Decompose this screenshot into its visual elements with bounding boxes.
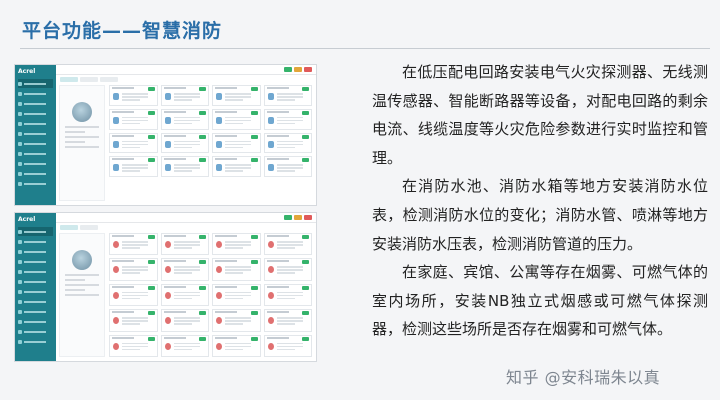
- sidebar-item: [18, 297, 53, 306]
- sidebar-item: [18, 99, 53, 108]
- device-card: [109, 108, 158, 130]
- device-card: [160, 156, 209, 178]
- platform-screenshot-electrical: Acrel: [14, 64, 317, 206]
- detector-card: [263, 309, 312, 332]
- sidebar-item: [18, 139, 53, 148]
- detector-card: [109, 258, 158, 281]
- app-sidebar: Acrel: [15, 213, 56, 361]
- detector-card: [109, 334, 158, 357]
- app-sidebar: Acrel: [15, 65, 56, 205]
- description-text: 在低压配电回路安装电气火灾探测器、无线测温传感器、智能断路器等设备，对配电回路的…: [372, 58, 708, 344]
- site-photo: [72, 250, 92, 270]
- device-card: [160, 108, 209, 130]
- sidebar-item: [18, 129, 53, 138]
- title-divider: [20, 48, 710, 49]
- device-card: [109, 156, 158, 178]
- detector-card: [109, 309, 158, 332]
- device-card: [212, 108, 261, 130]
- site-profile-panel: [59, 85, 105, 201]
- sidebar-item: [18, 237, 53, 246]
- detector-card: [160, 233, 209, 256]
- sidebar-item: [18, 109, 53, 118]
- device-card: [263, 85, 312, 106]
- detector-card: [263, 258, 312, 281]
- device-card: [212, 132, 261, 154]
- device-card-grid: [109, 85, 312, 201]
- site-photo: [72, 102, 92, 122]
- device-card: [212, 85, 261, 106]
- detector-card: [212, 309, 261, 332]
- slide: 平台功能——智慧消防 Acrel Acrel 在低压配电回路安装电气火灾探测器、…: [0, 0, 720, 400]
- device-card: [212, 156, 261, 178]
- sidebar-item: [18, 317, 53, 326]
- detector-card: [160, 309, 209, 332]
- page-title: 平台功能——智慧消防: [22, 20, 223, 42]
- site-profile-panel: [59, 233, 105, 357]
- detector-card: [109, 283, 158, 307]
- paragraph-water: 在消防水池、消防水箱等地方安装消防水位表，检测消防水位的变化；消防水管、喷淋等地…: [372, 177, 708, 253]
- detector-card: [263, 283, 312, 307]
- app-topbar: [56, 65, 316, 75]
- sidebar-item: [18, 149, 53, 158]
- paragraph-electrical: 在低压配电回路安装电气火灾探测器、无线测温传感器、智能断路器等设备，对配电回路的…: [372, 63, 708, 167]
- app-logo: Acrel: [18, 68, 36, 75]
- device-card: [109, 132, 158, 154]
- sidebar-item: [18, 179, 53, 188]
- app-logo: Acrel: [18, 216, 36, 223]
- detector-card: [160, 283, 209, 307]
- detector-card: [212, 233, 261, 256]
- sidebar-item: [18, 307, 53, 316]
- sidebar-item: [18, 327, 53, 336]
- sidebar-item: [18, 267, 53, 276]
- device-card: [109, 85, 158, 106]
- paragraph-smoke: 在家庭、宾馆、公寓等存在烟雾、可燃气体的室内场所，安装NB独立式烟感或可燃气体探…: [372, 263, 708, 339]
- detector-card: [212, 334, 261, 357]
- detector-card: [160, 258, 209, 281]
- device-card: [263, 156, 312, 178]
- sidebar-item: [18, 277, 53, 286]
- detector-card: [212, 283, 261, 307]
- device-card: [263, 132, 312, 154]
- sidebar-item: [18, 79, 53, 88]
- sidebar-item: [18, 227, 53, 236]
- platform-screenshot-smoke: Acrel: [14, 212, 317, 362]
- device-card: [160, 132, 209, 154]
- sidebar-item: [18, 257, 53, 266]
- sidebar-item: [18, 287, 53, 296]
- sidebar-item: [18, 247, 53, 256]
- sidebar-item: [18, 337, 53, 346]
- device-card: [160, 85, 209, 106]
- detector-card: [160, 334, 209, 357]
- watermark: 知乎 @安科瑞朱以真: [506, 368, 661, 387]
- detector-card-grid: [109, 233, 312, 357]
- detector-card: [263, 233, 312, 256]
- detector-card: [263, 334, 312, 357]
- detector-card: [212, 258, 261, 281]
- sidebar-item: [18, 119, 53, 128]
- device-card: [263, 108, 312, 130]
- detector-card: [109, 233, 158, 256]
- tab-bar: [56, 75, 316, 83]
- tab-bar: [56, 223, 316, 231]
- sidebar-item: [18, 169, 53, 178]
- sidebar-item: [18, 89, 53, 98]
- sidebar-item: [18, 159, 53, 168]
- app-topbar: [56, 213, 316, 223]
